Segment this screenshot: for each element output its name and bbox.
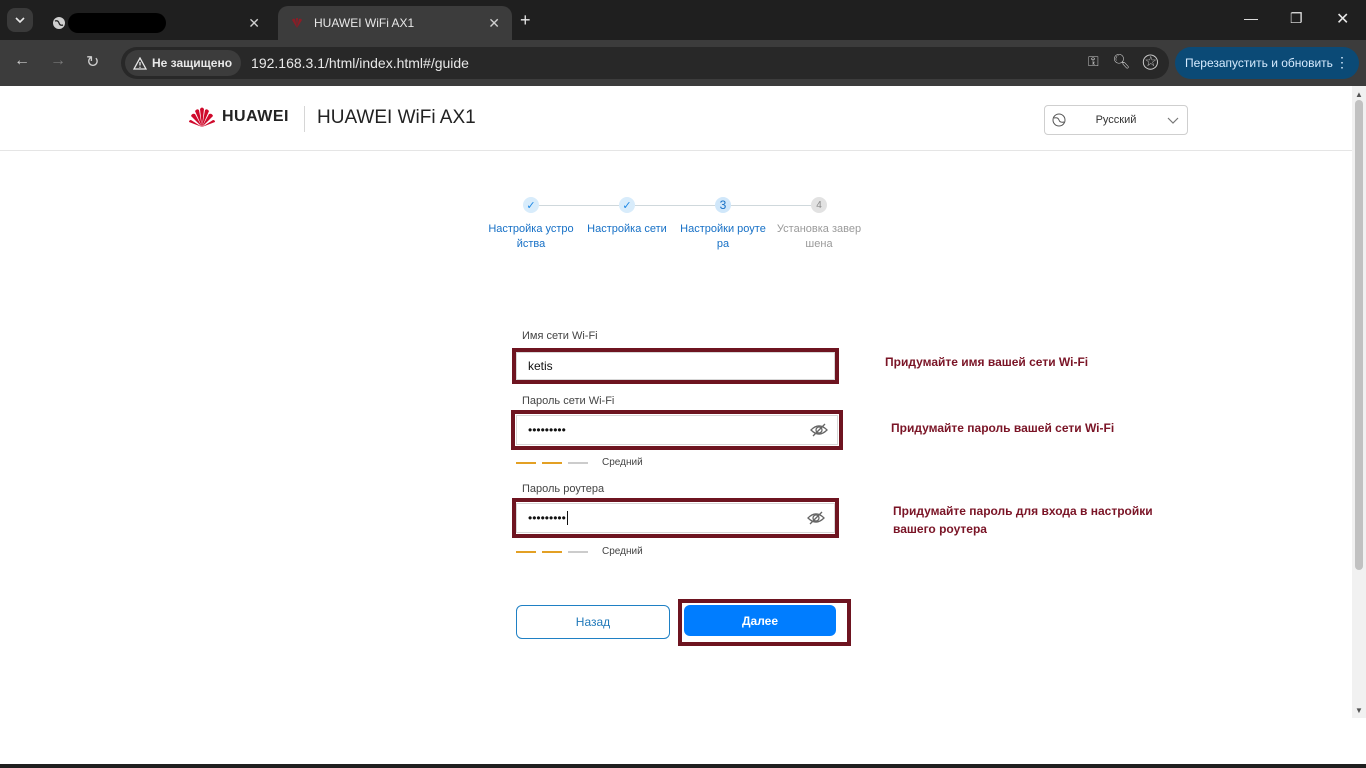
huawei-favicon-icon	[290, 16, 304, 30]
relaunch-button[interactable]: Перезапустить и обновить ⋮	[1175, 47, 1359, 79]
plus-icon[interactable]: +	[520, 10, 531, 31]
address-bar[interactable]: Не защищено 192.168.3.1/html/index.html#…	[121, 47, 1169, 79]
strength-text: Средний	[602, 546, 643, 557]
page-header: HUAWEI HUAWEI WiFi AX1 Русский	[0, 86, 1352, 151]
brand-name: HUAWEI	[222, 108, 289, 125]
step-number: 3	[719, 198, 727, 212]
scrollbar-thumb[interactable]	[1355, 100, 1363, 570]
wifi-password-value: •••••••••	[528, 423, 566, 437]
eye-off-icon[interactable]	[809, 420, 829, 440]
step-connector	[539, 205, 619, 206]
wifi-name-label: Имя сети Wi-Fi	[522, 330, 598, 342]
restore-icon[interactable]: ❐	[1290, 10, 1303, 27]
bottom-edge	[0, 764, 1366, 768]
security-label: Не защищено	[152, 56, 233, 70]
scroll-up-icon[interactable]: ▲	[1355, 90, 1363, 99]
step-number: 4	[816, 199, 822, 211]
wifi-password-label: Пароль сети Wi-Fi	[522, 395, 615, 407]
huawei-logo: HUAWEI	[188, 106, 289, 128]
step-3-dot: 3	[715, 197, 731, 213]
tab-list-button[interactable]	[7, 8, 33, 32]
back-button[interactable]: Назад	[516, 605, 670, 639]
step-3-label: Настройки роуте ра	[680, 223, 766, 250]
strength-segment	[568, 550, 588, 553]
annotation-router-password: Придумайте пароль для входа в настройки …	[893, 502, 1153, 538]
tab-title-redacted	[68, 13, 166, 33]
tab-2[interactable]: HUAWEI WiFi AX1 ✕	[278, 6, 512, 40]
relaunch-label: Перезапустить и обновить	[1185, 56, 1333, 70]
wifi-password-strength: Средний	[516, 457, 643, 468]
back-icon[interactable]: ←	[14, 52, 30, 70]
page: HUAWEI HUAWEI WiFi AX1 Русский ✓ ✓ 3 4 Н…	[0, 86, 1352, 764]
router-password-input[interactable]: •••••••••	[516, 503, 835, 533]
header-divider	[304, 106, 305, 132]
browser-toolbar: ← → ↻ Не защищено 192.168.3.1/html/index…	[0, 40, 1366, 86]
annotation-wifi-password: Придумайте пароль вашей сети Wi-Fi	[891, 421, 1115, 435]
close-window-icon[interactable]: ✕	[1336, 9, 1349, 29]
check-icon: ✓	[622, 199, 632, 212]
wifi-name-input[interactable]: ketis	[516, 352, 835, 380]
product-title: HUAWEI WiFi AX1	[317, 107, 476, 128]
forward-icon[interactable]: →	[50, 52, 66, 70]
browser-tab-bar: ✕ HUAWEI WiFi AX1 ✕ + — ❐ ✕	[0, 0, 1366, 40]
annotation-router-password-line1: Придумайте пароль для входа в настройки	[893, 504, 1153, 518]
tab-title: HUAWEI WiFi AX1	[314, 16, 415, 30]
more-icon[interactable]: ⋮	[1335, 54, 1349, 71]
globe-icon	[52, 16, 66, 30]
minimize-icon[interactable]: —	[1244, 10, 1258, 26]
warning-icon	[133, 56, 147, 70]
huawei-logo-icon	[189, 107, 215, 127]
strength-segment	[542, 550, 562, 553]
strength-segment	[568, 461, 588, 464]
step-1-dot: ✓	[523, 197, 539, 213]
profile-icon[interactable]: ◯	[1142, 52, 1159, 70]
key-icon[interactable]: ⚿	[1088, 53, 1099, 70]
wifi-password-input[interactable]: •••••••••	[516, 415, 838, 445]
close-icon[interactable]: ✕	[248, 15, 260, 32]
next-button[interactable]: Далее	[684, 605, 836, 636]
step-connector	[731, 205, 811, 206]
back-button-label: Назад	[575, 615, 611, 629]
router-password-label: Пароль роутера	[522, 483, 605, 495]
page-scrollbar[interactable]: ▲ ▼	[1352, 86, 1366, 718]
step-4-dot: 4	[811, 197, 827, 213]
step-2-dot: ✓	[619, 197, 635, 213]
strength-segment	[542, 461, 562, 464]
chevron-down-icon	[1167, 117, 1179, 124]
security-chip[interactable]: Не защищено	[125, 50, 242, 76]
scroll-down-icon[interactable]: ▼	[1355, 706, 1363, 715]
check-icon: ✓	[526, 199, 536, 212]
eye-off-icon[interactable]	[806, 508, 826, 528]
reload-icon[interactable]: ↻	[86, 52, 99, 72]
step-connector	[635, 205, 715, 206]
strength-text: Средний	[602, 457, 643, 468]
step-1-label: Настройка устро йства	[488, 223, 574, 250]
language-value: Русский	[1095, 114, 1137, 126]
annotation-router-password-line2: вашего роутера	[893, 522, 987, 536]
zoom-icon[interactable]: 🔍︎	[1113, 53, 1131, 70]
router-password-strength: Средний	[516, 546, 643, 557]
language-globe-icon	[1052, 113, 1066, 127]
step-2-label: Настройка сети	[587, 223, 667, 235]
tab-1[interactable]: ✕	[40, 6, 272, 40]
step-4-label: Установка завер шена	[776, 223, 862, 250]
router-password-value: •••••••••	[528, 511, 566, 525]
text-cursor	[566, 511, 568, 525]
chevron-down-icon	[15, 17, 25, 24]
next-button-label: Далее	[741, 613, 779, 628]
annotation-wifi-name: Придумайте имя вашей сети Wi-Fi	[885, 355, 1089, 369]
language-select[interactable]: Русский	[1044, 105, 1188, 135]
strength-segment	[516, 550, 536, 553]
close-icon[interactable]: ✕	[488, 15, 500, 32]
strength-segment	[516, 461, 536, 464]
url-text[interactable]: 192.168.3.1/html/index.html#/guide	[251, 55, 469, 71]
wifi-name-value: ketis	[528, 359, 553, 373]
